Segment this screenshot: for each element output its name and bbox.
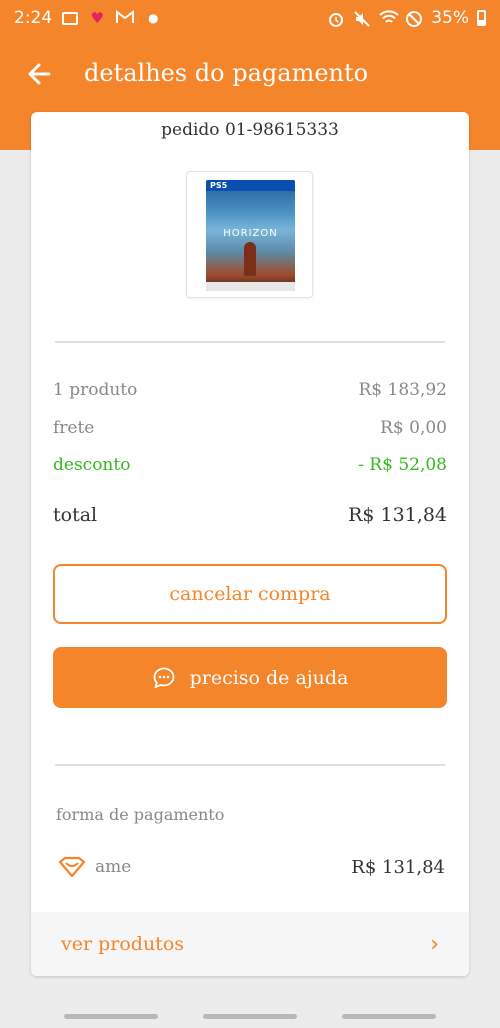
- cover-footer-strip: [206, 282, 295, 291]
- wifi-icon: [379, 10, 399, 26]
- cover-platform-label: PS5: [210, 181, 228, 190]
- summary-shipping-row: frete R$ 0,00: [53, 418, 447, 438]
- shipping-label: frete: [53, 418, 95, 438]
- status-time: 2:24: [14, 8, 53, 28]
- chat-bubble-icon: [153, 667, 174, 688]
- items-label: 1 produto: [53, 380, 138, 400]
- arrow-left-icon: [28, 63, 51, 85]
- nav-back-button[interactable]: [342, 1014, 436, 1019]
- product-cover-image: PS5 HORIZON: [206, 180, 295, 291]
- shipping-value: R$ 0,00: [380, 418, 447, 438]
- discount-value: - R$ 52,08: [358, 455, 447, 475]
- cover-title: HORIZON: [223, 228, 278, 239]
- heart-icon: ♥: [90, 9, 104, 27]
- summary-total-row: total R$ 131,84: [53, 504, 447, 526]
- total-value: R$ 131,84: [348, 504, 447, 526]
- status-right: 35%: [327, 8, 486, 28]
- product-thumbnail[interactable]: PS5 HORIZON: [186, 171, 313, 298]
- items-value: R$ 183,92: [358, 380, 447, 400]
- need-help-label: preciso de ajuda: [189, 666, 349, 689]
- discount-label: desconto: [53, 455, 131, 475]
- payment-details-card: pedido 01-98615333 PS5 HORIZON 1 produto…: [31, 112, 469, 976]
- nav-recent-button[interactable]: [64, 1014, 158, 1019]
- status-bar: 2:24 ♥ ● 35%: [0, 0, 500, 36]
- view-products-link[interactable]: ver produtos ›: [31, 912, 469, 976]
- nav-home-button[interactable]: [203, 1014, 297, 1019]
- order-number: pedido 01-98615333: [161, 120, 339, 140]
- alarm-icon: [327, 10, 345, 27]
- ame-heart-icon: [58, 856, 86, 878]
- payment-method-name: ame: [95, 857, 132, 877]
- dot-icon: ●: [147, 11, 159, 25]
- cancel-purchase-button[interactable]: cancelar compra: [53, 564, 447, 624]
- payment-method-row: ame R$ 131,84: [57, 852, 445, 882]
- status-left: 2:24 ♥ ●: [14, 8, 162, 28]
- page-title: detalhes do pagamento: [84, 59, 369, 87]
- divider: [55, 764, 445, 766]
- gallery-icon: [62, 11, 79, 25]
- summary-items-row: 1 produto R$ 183,92: [53, 380, 447, 400]
- payment-method-heading: forma de pagamento: [56, 805, 225, 824]
- view-products-label: ver produtos: [61, 933, 185, 955]
- do-not-disturb-icon: [405, 10, 423, 27]
- payment-amount: R$ 131,84: [351, 856, 445, 878]
- back-button[interactable]: [22, 56, 58, 92]
- total-label: total: [53, 504, 98, 526]
- summary-discount-row: desconto - R$ 52,08: [53, 455, 447, 475]
- cancel-purchase-label: cancelar compra: [169, 583, 331, 605]
- divider: [55, 341, 445, 343]
- cover-figure: [244, 242, 256, 276]
- system-nav-bar: [0, 1003, 500, 1028]
- battery-icon: [477, 10, 486, 26]
- need-help-button[interactable]: preciso de ajuda: [53, 647, 447, 708]
- mute-icon: [353, 10, 371, 27]
- chevron-right-icon: ›: [430, 931, 439, 957]
- battery-percent: 35%: [431, 8, 469, 28]
- gmail-icon: [116, 10, 135, 26]
